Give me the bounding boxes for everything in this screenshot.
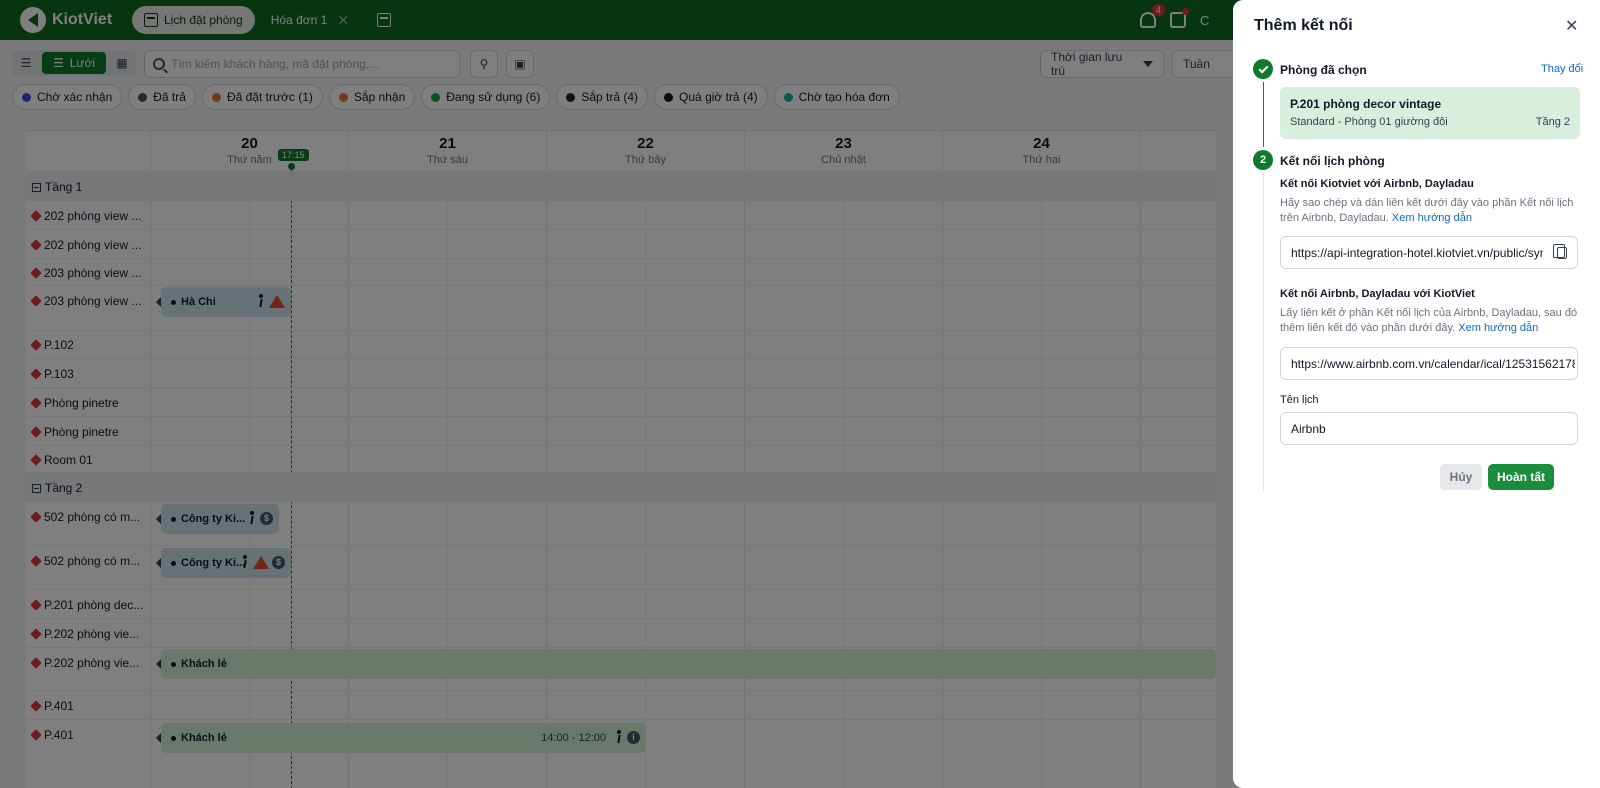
step-number-icon: 2 bbox=[1253, 150, 1273, 170]
step1-title: Phòng đã chọn bbox=[1280, 63, 1367, 77]
add-connection-drawer: Thêm kết nối ✕ Phòng đã chọn Thay đổi P.… bbox=[1233, 0, 1600, 788]
room-name: P.201 phòng decor vintage bbox=[1290, 97, 1442, 111]
calendar-name-value: Airbnb bbox=[1291, 421, 1326, 436]
step-completed-icon bbox=[1253, 59, 1273, 79]
checkmark-icon bbox=[1258, 63, 1268, 73]
step2-title: Kết nối lịch phòng bbox=[1280, 154, 1385, 168]
complete-button[interactable]: Hoàn tất bbox=[1488, 464, 1554, 490]
import-description: Lấy liên kết ở phần Kết nối lịch của Air… bbox=[1280, 306, 1578, 336]
copy-icon[interactable] bbox=[1553, 244, 1567, 259]
selected-room-card: P.201 phòng decor vintage Standard - Phò… bbox=[1280, 87, 1580, 139]
step-connector bbox=[1263, 82, 1264, 147]
import-section-title: Kết nối Airbnb, Dayladau với KiotViet bbox=[1280, 288, 1475, 300]
import-url-input[interactable]: https://www.airbnb.com.vn/calendar/ical/… bbox=[1280, 347, 1578, 380]
change-room-link[interactable]: Thay đổi bbox=[1541, 63, 1583, 75]
export-url-text: https://api-integration-hotel.kiotviet.v… bbox=[1291, 245, 1543, 260]
close-icon[interactable]: ✕ bbox=[1565, 16, 1578, 36]
calendar-name-label: Tên lịch bbox=[1280, 394, 1319, 406]
guide-link[interactable]: Xem hướng dẫn bbox=[1392, 212, 1472, 224]
export-url-field[interactable]: https://api-integration-hotel.kiotviet.v… bbox=[1280, 236, 1578, 269]
import-url-value: https://www.airbnb.com.vn/calendar/ical/… bbox=[1291, 356, 1575, 371]
calendar-name-input[interactable]: Airbnb bbox=[1280, 412, 1578, 445]
export-description: Hãy sao chép và dán liên kết dưới đây và… bbox=[1280, 196, 1578, 226]
cancel-button[interactable]: Hủy bbox=[1440, 464, 1482, 490]
drawer-title: Thêm kết nối bbox=[1254, 17, 1353, 34]
step-connector bbox=[1263, 172, 1264, 492]
export-section-title: Kết nối Kiotviet với Airbnb, Dayladau bbox=[1280, 178, 1474, 190]
room-type: Standard - Phòng 01 giường đôi bbox=[1290, 116, 1448, 128]
room-floor: Tầng 2 bbox=[1535, 116, 1570, 128]
guide-link[interactable]: Xem hướng dẫn bbox=[1458, 322, 1538, 334]
